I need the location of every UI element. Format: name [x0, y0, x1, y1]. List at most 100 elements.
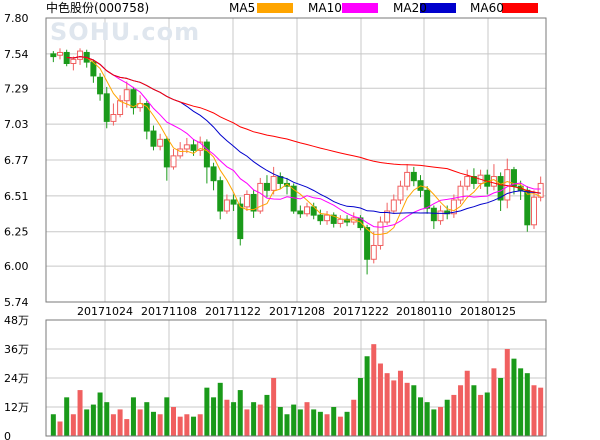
candle-body [364, 227, 371, 260]
volume-bar [90, 404, 96, 436]
volume-bar [211, 397, 217, 436]
moving-average-lines [66, 56, 541, 235]
volume-bar [50, 414, 56, 436]
stock-title: 中色股份(000758) [46, 1, 149, 15]
date-tick-label: 20171122 [205, 305, 261, 318]
volume-bar [411, 385, 417, 436]
candle-body [203, 141, 210, 168]
volume-bar [244, 409, 250, 436]
candle-body [217, 180, 224, 212]
candle-body [210, 166, 217, 182]
candle-body [390, 199, 397, 212]
volume-bar [324, 414, 330, 436]
candle-body [297, 210, 304, 215]
candle-body [223, 199, 230, 212]
volume-bar [438, 407, 444, 436]
volume-bar [277, 407, 283, 436]
volume-bar [130, 397, 136, 436]
volume-bar [191, 416, 197, 436]
volume-bar [84, 409, 90, 436]
volume-bar [531, 385, 537, 436]
price-tick-label: 6.00 [4, 260, 29, 273]
date-tick-label: 20171024 [77, 305, 133, 318]
volume-bar [117, 409, 123, 436]
price-tick-label: 7.54 [4, 48, 29, 61]
candle-body [370, 244, 377, 260]
volume-bar [70, 414, 76, 436]
candle-body [70, 58, 77, 64]
volume-bar [57, 421, 63, 436]
volume-bar [164, 397, 170, 436]
volume-bar [331, 407, 337, 436]
volume-bar [197, 414, 203, 436]
volume-bar [264, 394, 270, 436]
volume-bar [217, 382, 223, 436]
volume-bar [538, 387, 544, 436]
axis-labels: 7.80 7.54 7.29 7.03 6.77 6.51 6.25 6.00 5.74 48万 3… [4, 12, 516, 440]
volume-bar [504, 349, 510, 436]
volume-bar [344, 411, 350, 436]
volume-bar [371, 344, 377, 436]
date-tick-label: 20171222 [333, 305, 389, 318]
candle-body [237, 203, 244, 240]
candle-body [464, 176, 471, 187]
candle-body [157, 138, 164, 147]
stock-name: 中色股份 [46, 1, 95, 15]
candle-body [170, 155, 177, 168]
volume-bar [364, 356, 370, 436]
sohu-watermark: SOHU.com [50, 18, 201, 46]
volume-tick-label: 36万 [4, 343, 29, 356]
candle-body [50, 53, 57, 58]
candle-body [270, 176, 277, 191]
volume-bar [177, 416, 183, 436]
candle-body [143, 102, 150, 132]
volume-bar [284, 414, 290, 436]
volume-tick-label: 12万 [4, 401, 29, 414]
volume-bar [137, 409, 143, 436]
chart-grid [46, 17, 546, 437]
candle-body [183, 144, 190, 150]
volume-tick-label: 24万 [4, 372, 29, 385]
candle-body [324, 214, 331, 222]
volume-bar [511, 358, 517, 436]
candle-body [57, 51, 64, 56]
legend-ma20-label: MA20 [393, 1, 427, 15]
volume-bar [471, 385, 477, 436]
volume-bar [498, 378, 504, 436]
volume-bar [184, 414, 190, 436]
candle-body [424, 189, 431, 209]
volume-bar [444, 399, 450, 436]
candle-body [230, 199, 237, 205]
legend-swatch-ma60 [502, 3, 538, 13]
volume-bar [144, 402, 150, 436]
volume-bar [384, 373, 390, 436]
price-tick-label: 6.51 [4, 190, 29, 203]
price-tick-label: 6.77 [4, 154, 29, 167]
volume-bar [337, 416, 343, 436]
legend-ma10-label: MA10 [308, 1, 342, 15]
candle-body [437, 210, 444, 222]
candle-body [77, 50, 84, 60]
price-tick-label: 5.74 [4, 296, 29, 309]
volume-bar [464, 370, 470, 436]
volume-bar [391, 380, 397, 436]
volume-bar [317, 411, 323, 436]
volume-bar [297, 409, 303, 436]
volume-bar [351, 399, 357, 436]
legend-ma60-label: MA60 [470, 1, 504, 15]
candle-body [317, 214, 324, 222]
volume-bar [204, 387, 210, 436]
candle-body [530, 196, 537, 226]
ma20-line [66, 56, 541, 214]
volume-bar [104, 402, 110, 436]
stock-code: (000758) [94, 1, 150, 15]
volume-bar [237, 390, 243, 436]
volume-bar [377, 363, 383, 436]
volume-bar [77, 390, 83, 436]
volume-bar [458, 385, 464, 436]
volume-bar [484, 392, 490, 436]
volume-bar [404, 382, 410, 436]
volume-bar [231, 402, 237, 436]
candle-body [243, 193, 250, 208]
volume-bar [478, 394, 484, 436]
